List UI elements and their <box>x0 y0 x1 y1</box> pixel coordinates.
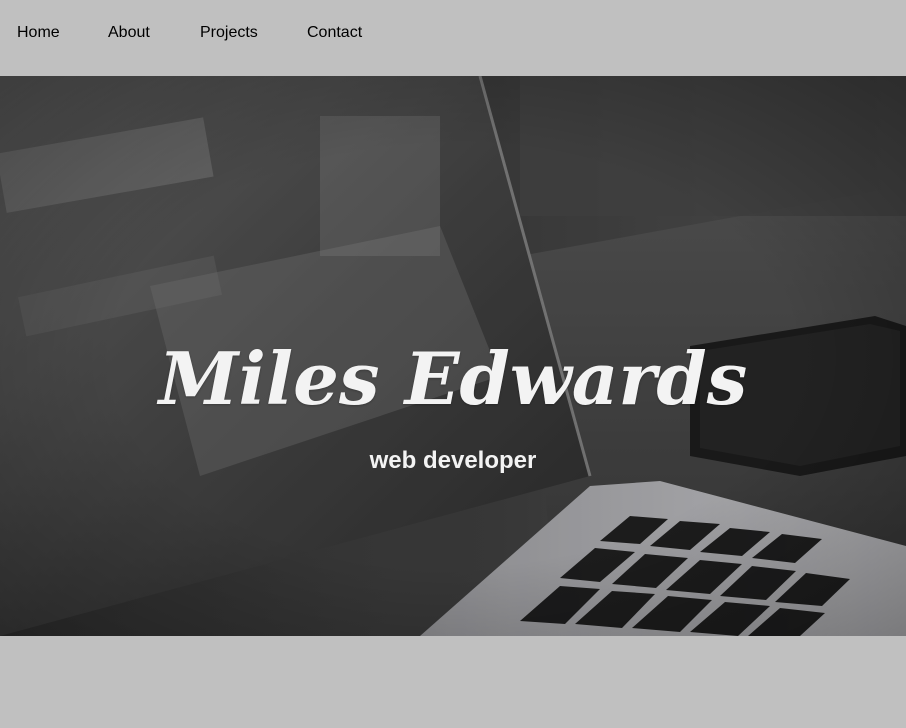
nav-link-about[interactable]: About <box>108 23 150 43</box>
nav-link-contact[interactable]: Contact <box>307 23 362 43</box>
hero-title: Miles Edwards <box>158 336 748 421</box>
nav-link-home[interactable]: Home <box>17 23 60 43</box>
hero-section: Miles Edwards web developer <box>0 76 906 636</box>
nav-link-projects[interactable]: Projects <box>200 23 258 43</box>
page-bottom-area <box>0 636 906 728</box>
hero-subtitle: web developer <box>369 447 537 474</box>
top-navbar: Home About Projects Contact <box>0 0 906 76</box>
